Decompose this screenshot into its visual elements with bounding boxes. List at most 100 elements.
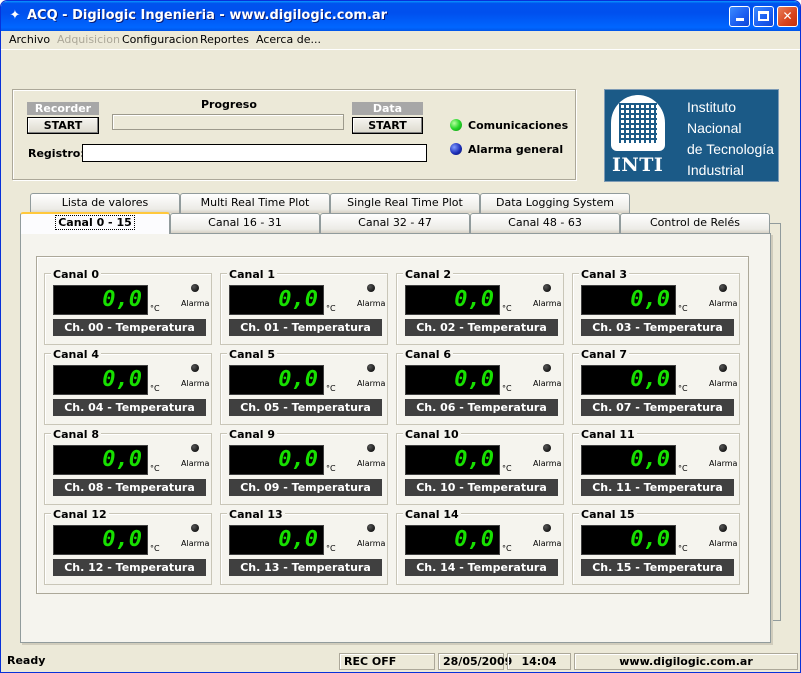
recorder-start-button[interactable]: START <box>27 117 99 134</box>
channel-title: Canal 8 <box>51 428 102 441</box>
tab-lista-de-valores[interactable]: Lista de valores <box>30 193 180 213</box>
channel-name: Ch. 00 - Temperatura <box>53 319 206 336</box>
channel-value: 0,0 <box>278 527 318 552</box>
channel-display: 0,0 <box>405 525 500 555</box>
channel-unit: °C <box>150 384 160 393</box>
channel-value: 0,0 <box>454 367 494 392</box>
alarma-general-led <box>450 143 462 155</box>
channel-name: Ch. 11 - Temperatura <box>581 479 734 496</box>
channel-card: Canal 4 0,0 °C Alarma Ch. 04 - Temperatura <box>44 348 212 425</box>
channel-alarm-label: Alarma <box>357 539 386 548</box>
channel-alarm-label: Alarma <box>709 379 738 388</box>
maximize-button[interactable] <box>753 6 774 27</box>
channel-name: Ch. 01 - Temperatura <box>229 319 382 336</box>
menu-reportes[interactable]: Reportes <box>200 33 249 46</box>
menu-acerca-de[interactable]: Acerca de... <box>256 33 321 46</box>
progress-label: Progreso <box>201 98 257 111</box>
channel-alarm-label: Alarma <box>357 459 386 468</box>
channel-title: Canal 15 <box>579 508 637 521</box>
channel-title: Canal 3 <box>579 268 630 281</box>
channel-value: 0,0 <box>454 287 494 312</box>
channel-alarm-label: Alarma <box>357 379 386 388</box>
channel-display: 0,0 <box>53 445 148 475</box>
alarm-led-icon <box>543 444 551 452</box>
channel-alarm-label: Alarma <box>533 379 562 388</box>
channel-display: 0,0 <box>405 285 500 315</box>
alarm-led-icon <box>543 364 551 372</box>
channel-name: Ch. 04 - Temperatura <box>53 399 206 416</box>
comunicaciones-label: Comunicaciones <box>468 119 569 132</box>
alarm-led-icon <box>543 524 551 532</box>
alarm-led-icon <box>367 364 375 372</box>
channel-value: 0,0 <box>630 527 670 552</box>
channel-title: Canal 4 <box>51 348 102 361</box>
alarm-led-icon <box>191 444 199 452</box>
inti-logo: INTI Instituto Nacional de Tecnología In… <box>604 89 779 182</box>
channel-unit: °C <box>502 384 512 393</box>
channel-alarm-label: Alarma <box>181 379 210 388</box>
title-bar[interactable]: ✦ ACQ - Digilogic Ingenieria - www.digil… <box>1 1 800 31</box>
status-url: www.digilogic.com.ar <box>574 653 798 670</box>
channel-value: 0,0 <box>102 527 142 552</box>
channel-unit: °C <box>150 544 160 553</box>
channel-card: Canal 13 0,0 °C Alarma Ch. 13 - Temperatura <box>220 508 388 585</box>
logo-line-4: Industrial <box>687 162 744 178</box>
tab-multi-real-time-plot[interactable]: Multi Real Time Plot <box>180 193 330 213</box>
tab-canal-32-47[interactable]: Canal 32 - 47 <box>320 213 470 233</box>
channel-unit: °C <box>678 544 688 553</box>
channel-card: Canal 8 0,0 °C Alarma Ch. 08 - Temperatura <box>44 428 212 505</box>
channel-unit: °C <box>326 544 336 553</box>
channel-value: 0,0 <box>454 447 494 472</box>
channel-title: Canal 9 <box>227 428 278 441</box>
status-date: 28/05/2009 <box>438 653 512 670</box>
channel-card: Canal 5 0,0 °C Alarma Ch. 05 - Temperatura <box>220 348 388 425</box>
logo-line-2: Nacional <box>687 120 742 136</box>
channel-value: 0,0 <box>630 367 670 392</box>
channel-title: Canal 10 <box>403 428 461 441</box>
alarm-led-icon <box>543 284 551 292</box>
alarm-led-icon <box>719 524 727 532</box>
channel-card: Canal 1 0,0 °C Alarma Ch. 01 - Temperatura <box>220 268 388 345</box>
channel-card: Canal 0 0,0 °C Alarma Ch. 00 - Temperatura <box>44 268 212 345</box>
channel-unit: °C <box>678 464 688 473</box>
data-logger-start-button[interactable]: START <box>352 117 423 134</box>
channel-display: 0,0 <box>581 365 676 395</box>
acq-app-icon[interactable]: ✦ <box>7 8 23 24</box>
channel-unit: °C <box>326 384 336 393</box>
menu-adquisicion[interactable]: Adquisicion <box>57 33 120 46</box>
tab-data-logging-system[interactable]: Data Logging System <box>480 193 630 213</box>
channel-card: Canal 11 0,0 °C Alarma Ch. 11 - Temperatura <box>572 428 740 505</box>
channel-title: Canal 6 <box>403 348 454 361</box>
channel-title: Canal 13 <box>227 508 285 521</box>
alarm-led-icon <box>367 284 375 292</box>
tab-canal-16-31[interactable]: Canal 16 - 31 <box>170 213 320 233</box>
channel-name: Ch. 06 - Temperatura <box>405 399 558 416</box>
channel-display: 0,0 <box>53 525 148 555</box>
channel-card: Canal 14 0,0 °C Alarma Ch. 14 - Temperatura <box>396 508 564 585</box>
maximize-icon <box>758 11 769 21</box>
channel-card: Canal 3 0,0 °C Alarma Ch. 03 - Temperatura <box>572 268 740 345</box>
minimize-button[interactable] <box>729 6 750 27</box>
tab-canal-0-15-label: Canal 0 - 15 <box>55 215 135 230</box>
channel-value: 0,0 <box>278 447 318 472</box>
channel-display: 0,0 <box>405 445 500 475</box>
tab-canal-48-63[interactable]: Canal 48 - 63 <box>470 213 620 233</box>
channel-title: Canal 14 <box>403 508 461 521</box>
channel-card: Canal 2 0,0 °C Alarma Ch. 02 - Temperatura <box>396 268 564 345</box>
close-button[interactable]: ✕ <box>777 6 798 27</box>
menu-archivo[interactable]: Archivo <box>9 33 50 46</box>
registro-input[interactable] <box>82 144 427 162</box>
channel-unit: °C <box>326 464 336 473</box>
channel-value: 0,0 <box>102 287 142 312</box>
alarm-led-icon <box>191 364 199 372</box>
logo-line-1: Instituto <box>687 99 737 115</box>
channel-name: Ch. 12 - Temperatura <box>53 559 206 576</box>
tab-control-de-reles[interactable]: Control de Relés <box>620 213 770 233</box>
channel-title: Canal 1 <box>227 268 278 281</box>
menu-configuracion[interactable]: Configuracion <box>122 33 198 46</box>
tab-canal-0-15[interactable]: Canal 0 - 15 <box>20 212 170 234</box>
channel-value: 0,0 <box>102 447 142 472</box>
channel-alarm-label: Alarma <box>709 539 738 548</box>
channel-display: 0,0 <box>229 525 324 555</box>
tab-single-real-time-plot[interactable]: Single Real Time Plot <box>330 193 480 213</box>
